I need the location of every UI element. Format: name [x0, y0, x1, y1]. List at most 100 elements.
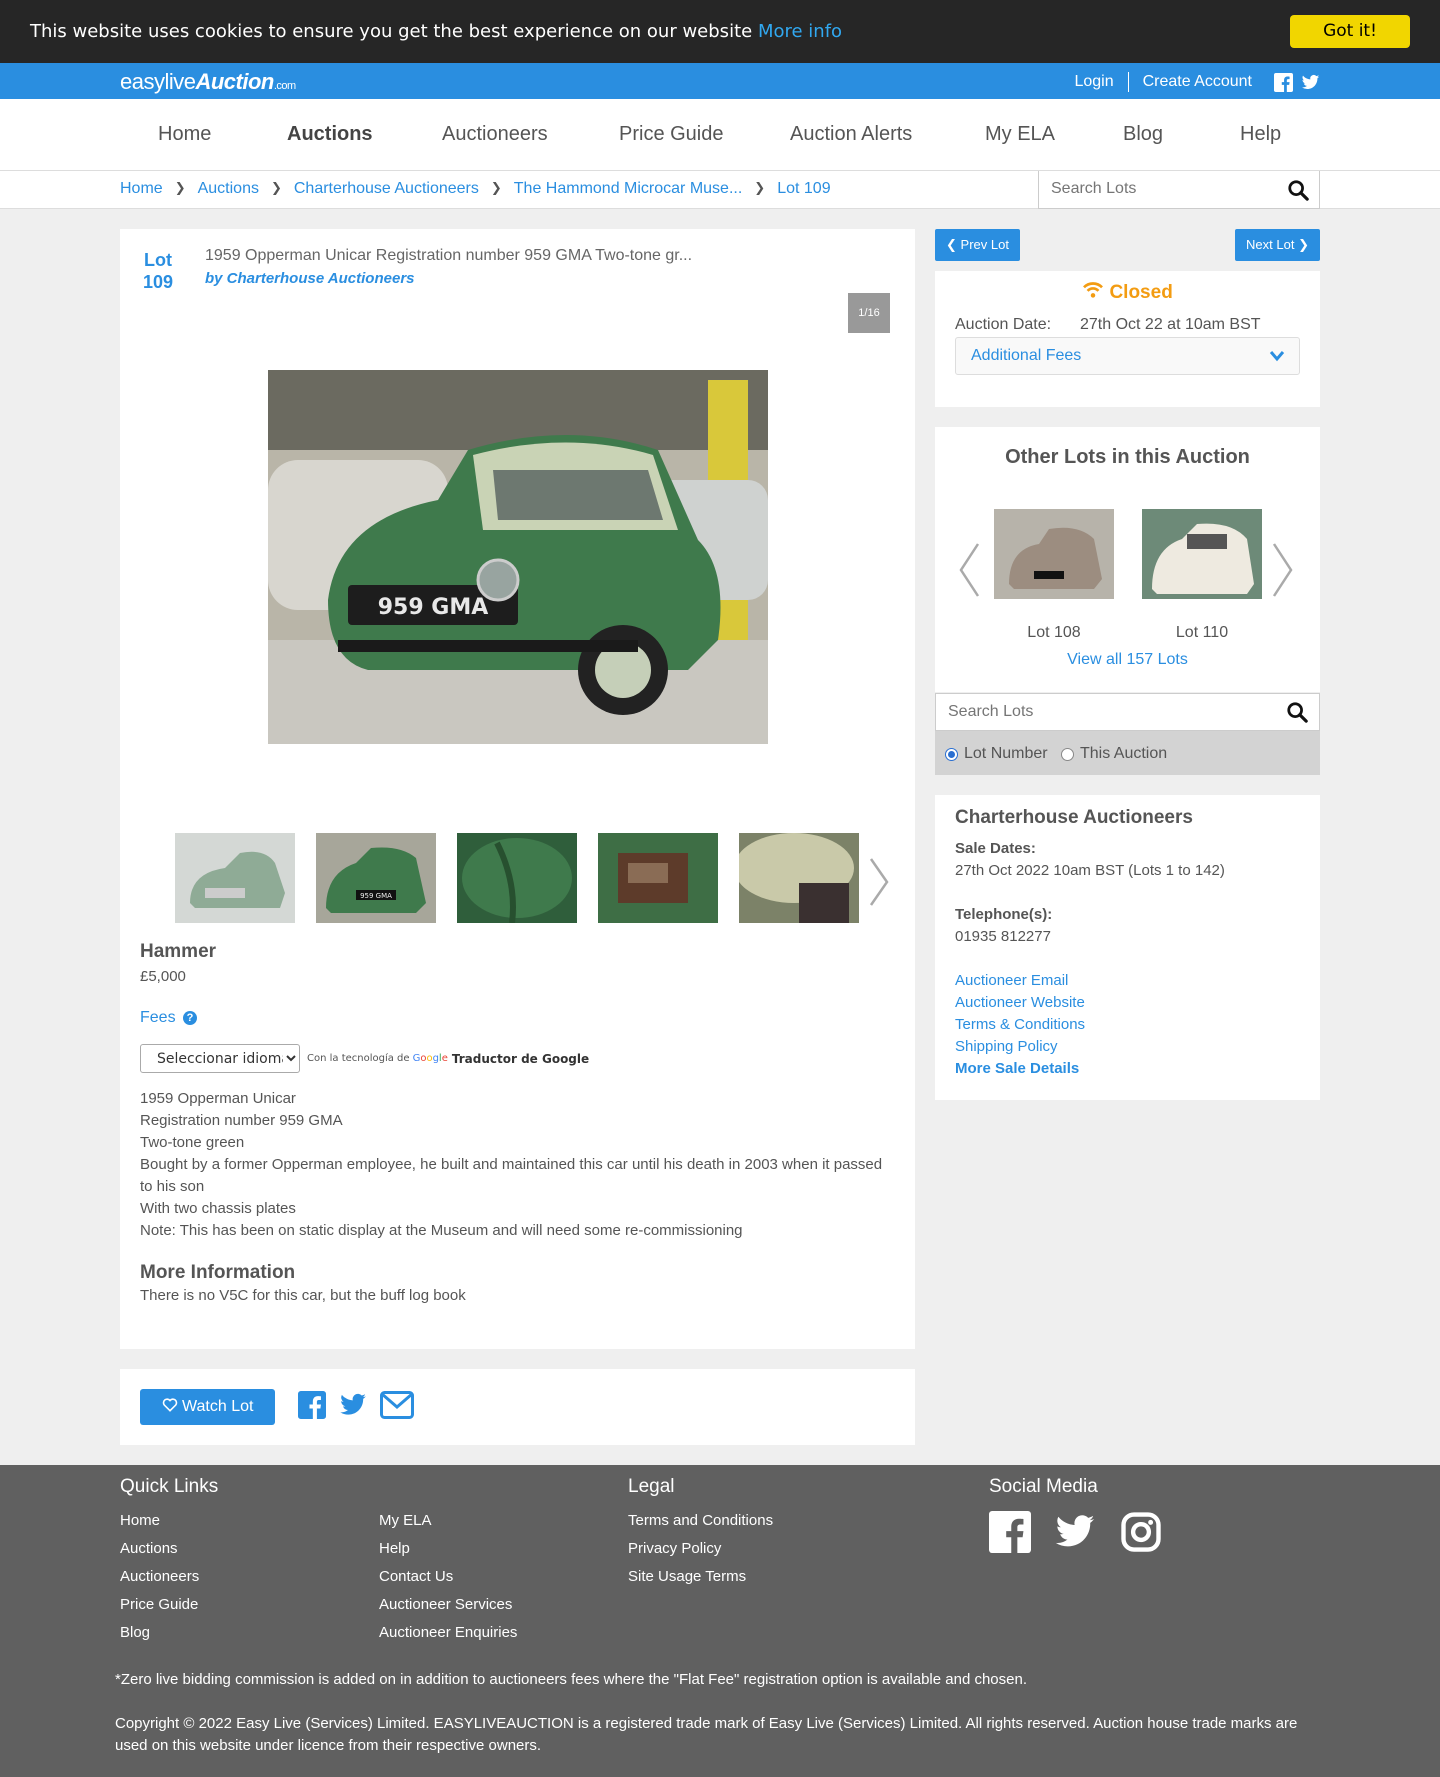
search-icon[interactable]: [1286, 701, 1308, 723]
main-lot-image[interactable]: 959 GMA: [268, 370, 768, 744]
nav-item-my-ela[interactable]: My ELA: [985, 123, 1055, 146]
breadcrumb-lot[interactable]: Lot 109: [777, 180, 830, 198]
other-lot-image-110[interactable]: [1142, 509, 1262, 599]
more-sale-details-link[interactable]: More Sale Details: [955, 1060, 1079, 1077]
footer-link[interactable]: Terms and Conditions: [628, 1512, 773, 1529]
nav-item-blog[interactable]: Blog: [1123, 123, 1163, 146]
cookie-accept-button[interactable]: Got it!: [1290, 15, 1410, 48]
terms-conditions-link[interactable]: Terms & Conditions: [955, 1016, 1085, 1033]
sale-dates-label: Sale Dates:: [955, 840, 1036, 857]
lot-search-panel: Lot Number This Auction: [935, 693, 1320, 775]
breadcrumb-auction[interactable]: The Hammond Microcar Muse...: [514, 180, 743, 198]
google-logo: Google: [412, 1053, 448, 1064]
chevron-left-icon[interactable]: [957, 542, 981, 598]
breadcrumb: Home ❯ Auctions ❯ Charterhouse Auctionee…: [120, 180, 831, 198]
auctioneer-email-link[interactable]: Auctioneer Email: [955, 972, 1068, 989]
copyright: Copyright © 2022 Easy Live (Services) Li…: [115, 1715, 1298, 1754]
additional-fees-dropdown[interactable]: Additional Fees: [955, 337, 1300, 375]
envelope-icon[interactable]: [380, 1391, 414, 1419]
footer-link[interactable]: Privacy Policy: [628, 1540, 721, 1557]
language-select[interactable]: Seleccionar idioma: [140, 1044, 300, 1073]
other-lot-image-108[interactable]: [994, 509, 1114, 599]
footer-link[interactable]: Home: [120, 1512, 160, 1529]
more-info-text: There is no V5C for this car, but the bu…: [140, 1287, 466, 1304]
thumbnail-5[interactable]: [739, 833, 859, 923]
header-search: [1038, 171, 1320, 209]
footer-link[interactable]: Auctioneers: [120, 1568, 199, 1585]
more-info-heading: More Information: [140, 1262, 296, 1283]
view-all-lots-link[interactable]: View all 157 Lots: [935, 651, 1320, 669]
translate-link[interactable]: Traductor de Google: [452, 1052, 589, 1066]
breadcrumb-auctions[interactable]: Auctions: [198, 180, 259, 198]
google-translate: Seleccionar idioma Con la tecnología de …: [140, 1044, 589, 1073]
nav-item-home[interactable]: Home: [158, 123, 211, 146]
lot-description: 1959 Opperman Unicar Registration number…: [140, 1090, 883, 1239]
svg-text:959 GMA: 959 GMA: [378, 595, 489, 620]
nav-item-auctions[interactable]: Auctions: [287, 123, 373, 146]
twitter-icon[interactable]: [338, 1391, 368, 1419]
auction-date-label: Auction Date:: [955, 316, 1052, 333]
wifi-icon: [1083, 282, 1104, 298]
status-badge: Closed: [935, 281, 1320, 304]
create-account-link[interactable]: Create Account: [1129, 73, 1266, 91]
footer-link[interactable]: Contact Us: [379, 1568, 453, 1585]
chevron-right-icon: ❯: [490, 180, 502, 195]
footer-link[interactable]: Auctioneer Services: [379, 1596, 512, 1613]
facebook-icon[interactable]: [989, 1511, 1031, 1553]
auctioneer-website-link[interactable]: Auctioneer Website: [955, 994, 1085, 1011]
radio-button: [945, 747, 958, 761]
chevron-right-icon: ❯: [174, 180, 186, 195]
thumbnail-1[interactable]: [175, 833, 295, 923]
search-icon[interactable]: [1287, 179, 1309, 201]
site-logo[interactable]: easyliveAuction.com: [120, 69, 296, 95]
footer-link[interactable]: Help: [379, 1540, 410, 1557]
footer-link[interactable]: Price Guide: [120, 1596, 198, 1613]
thumbnail-4[interactable]: [598, 833, 718, 923]
radio-this-auction[interactable]: This Auction: [1061, 745, 1167, 763]
prev-lot-button[interactable]: ❮ Prev Lot: [935, 229, 1020, 261]
auction-status-panel: Closed Auction Date: 27th Oct 22 at 10am…: [935, 271, 1320, 407]
footer-link[interactable]: My ELA: [379, 1512, 432, 1529]
other-lot-label-110[interactable]: Lot 110: [1142, 624, 1262, 642]
login-link[interactable]: Login: [1060, 73, 1127, 91]
shipping-policy-link[interactable]: Shipping Policy: [955, 1038, 1058, 1055]
fees-link[interactable]: Fees ?: [140, 1009, 198, 1027]
facebook-icon[interactable]: [298, 1391, 326, 1419]
lot-panel: Lot 109 1959 Opperman Unicar Registratio…: [120, 229, 915, 1349]
footer-legal-heading: Legal: [628, 1476, 675, 1497]
breadcrumb-bar: Home ❯ Auctions ❯ Charterhouse Auctionee…: [0, 171, 1440, 209]
instagram-icon[interactable]: [1120, 1511, 1162, 1553]
breadcrumb-auctioneer[interactable]: Charterhouse Auctioneers: [294, 180, 479, 198]
nav-item-auction-alerts[interactable]: Auction Alerts: [790, 123, 912, 146]
lot-auctioneer-link[interactable]: by Charterhouse Auctioneers: [205, 270, 415, 287]
watch-lot-button[interactable]: Watch Lot: [140, 1389, 275, 1425]
breadcrumb-home[interactable]: Home: [120, 180, 163, 198]
search-input[interactable]: [1039, 171, 1269, 207]
twitter-icon[interactable]: [1301, 73, 1320, 92]
chevron-right-icon[interactable]: [868, 857, 890, 907]
cookie-banner: This website uses cookies to ensure you …: [0, 0, 1440, 63]
thumbnail-3[interactable]: [457, 833, 577, 923]
twitter-icon[interactable]: [1053, 1511, 1097, 1553]
radio-lot-number[interactable]: Lot Number: [945, 745, 1048, 763]
footer-link[interactable]: Auctions: [120, 1540, 178, 1557]
nav-item-auctioneers[interactable]: Auctioneers: [442, 123, 548, 146]
cookie-more-info-link[interactable]: More info: [758, 21, 842, 42]
nav-item-help[interactable]: Help: [1240, 123, 1281, 146]
thumbnail-2[interactable]: 959 GMA: [316, 833, 436, 923]
search-input[interactable]: [936, 694, 1256, 730]
footer-link[interactable]: Site Usage Terms: [628, 1568, 746, 1585]
other-lots-panel: Other Lots in this Auction Lot 108 Lot 1…: [935, 427, 1320, 692]
next-lot-button[interactable]: Next Lot ❯: [1235, 229, 1320, 261]
other-lot-label-108[interactable]: Lot 108: [994, 624, 1114, 642]
facebook-icon[interactable]: [1274, 72, 1293, 92]
chevron-right-icon[interactable]: [1271, 542, 1295, 598]
footer-link[interactable]: Blog: [120, 1624, 150, 1641]
footer-quick-links-heading: Quick Links: [120, 1476, 219, 1497]
footer-link[interactable]: Auctioneer Enquiries: [379, 1624, 517, 1641]
question-icon: ?: [183, 1011, 198, 1025]
auction-date-value: 27th Oct 22 at 10am BST: [1080, 316, 1261, 333]
top-bar: easyliveAuction.com Login Create Account: [0, 63, 1440, 99]
chevron-right-icon: ❯: [270, 180, 282, 195]
nav-item-price-guide[interactable]: Price Guide: [619, 123, 724, 146]
